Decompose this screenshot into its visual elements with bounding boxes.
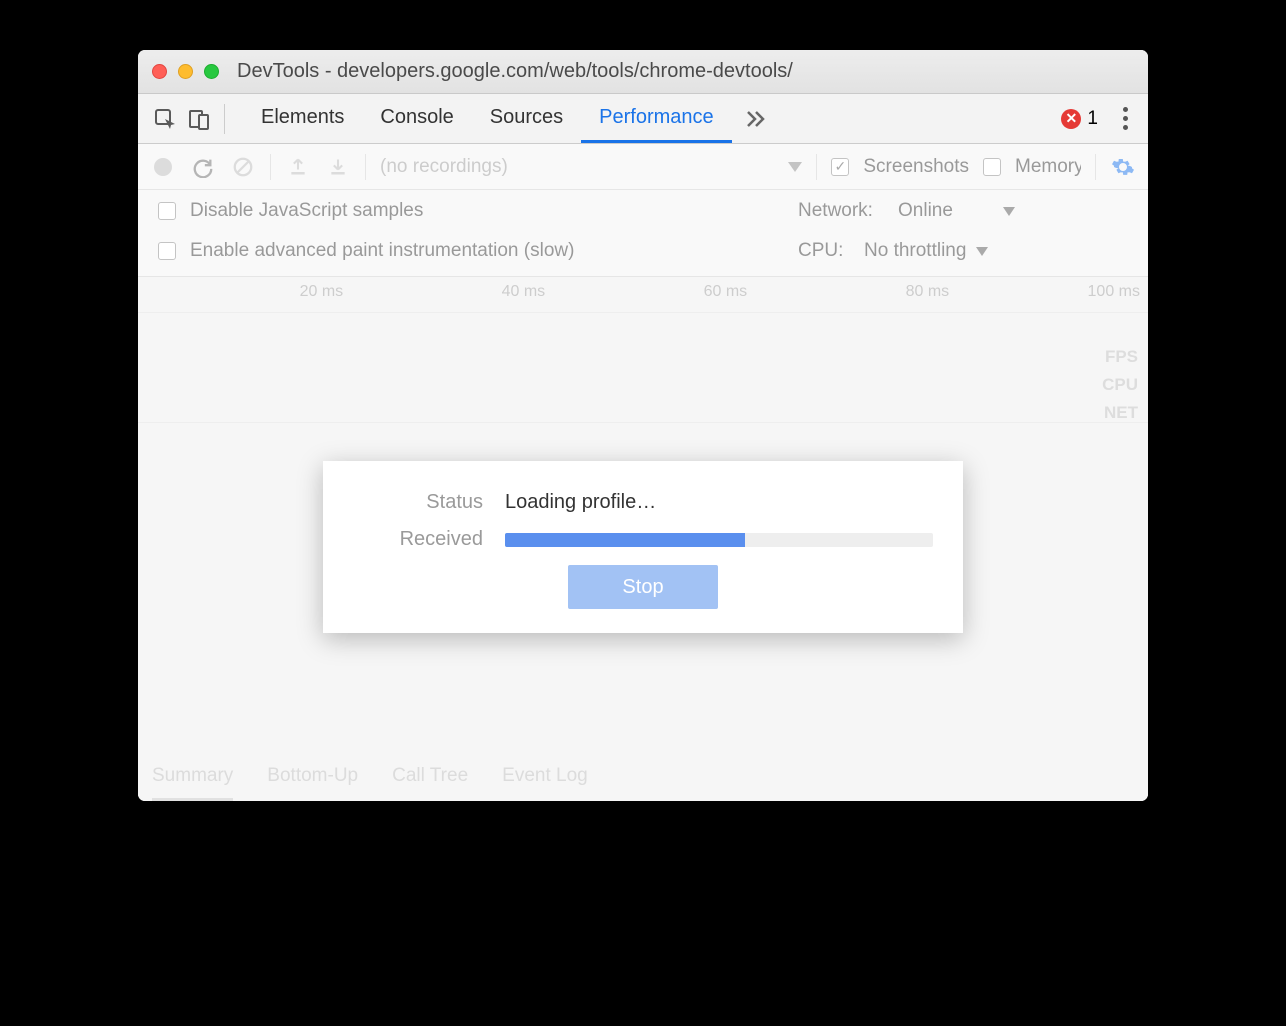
bottom-tab-calltree[interactable]: Call Tree [392,753,468,801]
clear-icon[interactable] [230,154,256,180]
ruler-tick: 80 ms [906,283,950,301]
memory-label: Memory [1015,156,1081,178]
inspect-element-icon[interactable] [148,102,182,136]
memory-checkbox[interactable] [983,158,1001,176]
error-count-badge[interactable]: ✕ 1 [1061,108,1098,130]
titlebar: DevTools - developers.google.com/web/too… [138,50,1148,94]
error-icon: ✕ [1061,109,1081,129]
network-throttle-value: Online [898,200,953,222]
window-traffic-lights [152,64,219,79]
save-profile-icon[interactable] [325,154,351,180]
disable-js-samples-checkbox[interactable] [158,202,176,220]
screenshots-checkbox[interactable] [831,158,849,176]
tab-sources[interactable]: Sources [472,94,581,143]
status-label: Status [353,491,483,514]
bottom-tab-summary[interactable]: Summary [152,753,233,801]
separator [1095,154,1096,180]
kebab-menu-icon[interactable] [1112,107,1138,130]
loading-profile-modal: Status Loading profile… Received Stop [323,461,963,633]
tab-performance[interactable]: Performance [581,94,732,143]
close-window-button[interactable] [152,64,167,79]
more-tabs-icon[interactable] [738,102,772,136]
performance-toolbar: (no recordings) Screenshots Memory [138,144,1148,190]
timeline-ruler: 20 ms 40 ms 60 ms 80 ms 100 ms [138,277,1148,313]
separator [224,104,225,134]
progress-bar [505,533,933,547]
top-tabs: Elements Console Sources Performance [243,94,732,143]
recordings-dropdown[interactable]: (no recordings) [380,156,802,178]
cpu-label: CPU: [798,240,850,262]
stop-button[interactable]: Stop [568,565,718,609]
main-tabs-row: Elements Console Sources Performance ✕ 1 [138,94,1148,144]
cpu-throttle-value: No throttling [864,240,966,262]
recordings-label: (no recordings) [380,156,508,178]
separator [365,154,366,180]
devtools-window: DevTools - developers.google.com/web/too… [138,50,1148,801]
enable-paint-checkbox[interactable] [158,242,176,260]
capture-settings-panel: Disable JavaScript samples Network: Onli… [138,190,1148,277]
lane-fps: FPS [1102,343,1138,371]
chevron-down-icon [788,162,802,172]
lane-labels: FPS CPU NET [1102,343,1138,427]
load-profile-icon[interactable] [285,154,311,180]
device-toggle-icon[interactable] [182,102,216,136]
tab-elements[interactable]: Elements [243,94,362,143]
lane-cpu: CPU [1102,371,1138,399]
timeline-lanes: FPS CPU NET [138,313,1148,423]
window-title: DevTools - developers.google.com/web/too… [237,60,793,83]
bottom-tab-eventlog[interactable]: Event Log [502,753,588,801]
screenshots-label: Screenshots [863,156,969,178]
chevron-down-icon [1003,207,1015,216]
zoom-window-button[interactable] [204,64,219,79]
record-icon[interactable] [150,154,176,180]
ruler-tick: 20 ms [300,283,344,301]
network-label: Network: [798,200,884,222]
network-throttle-dropdown[interactable]: Online [898,200,1015,222]
minimize-window-button[interactable] [178,64,193,79]
ruler-tick: 100 ms [1088,283,1140,301]
tab-console[interactable]: Console [362,94,471,143]
enable-paint-label: Enable advanced paint instrumentation (s… [190,240,574,262]
separator [816,154,817,180]
disable-js-samples-label: Disable JavaScript samples [190,200,423,222]
ruler-tick: 60 ms [704,283,748,301]
progress-fill [505,533,745,547]
gear-icon[interactable] [1110,154,1136,180]
chevron-down-icon [976,247,988,256]
reload-icon[interactable] [190,154,216,180]
separator [270,154,271,180]
bottom-tab-bottomup[interactable]: Bottom-Up [267,753,358,801]
bottom-tabs: Summary Bottom-Up Call Tree Event Log [138,753,1148,801]
cpu-throttle-dropdown[interactable]: No throttling [864,240,988,262]
received-label: Received [353,528,483,551]
ruler-tick: 40 ms [502,283,546,301]
error-count-value: 1 [1087,108,1098,130]
status-value: Loading profile… [505,491,656,514]
